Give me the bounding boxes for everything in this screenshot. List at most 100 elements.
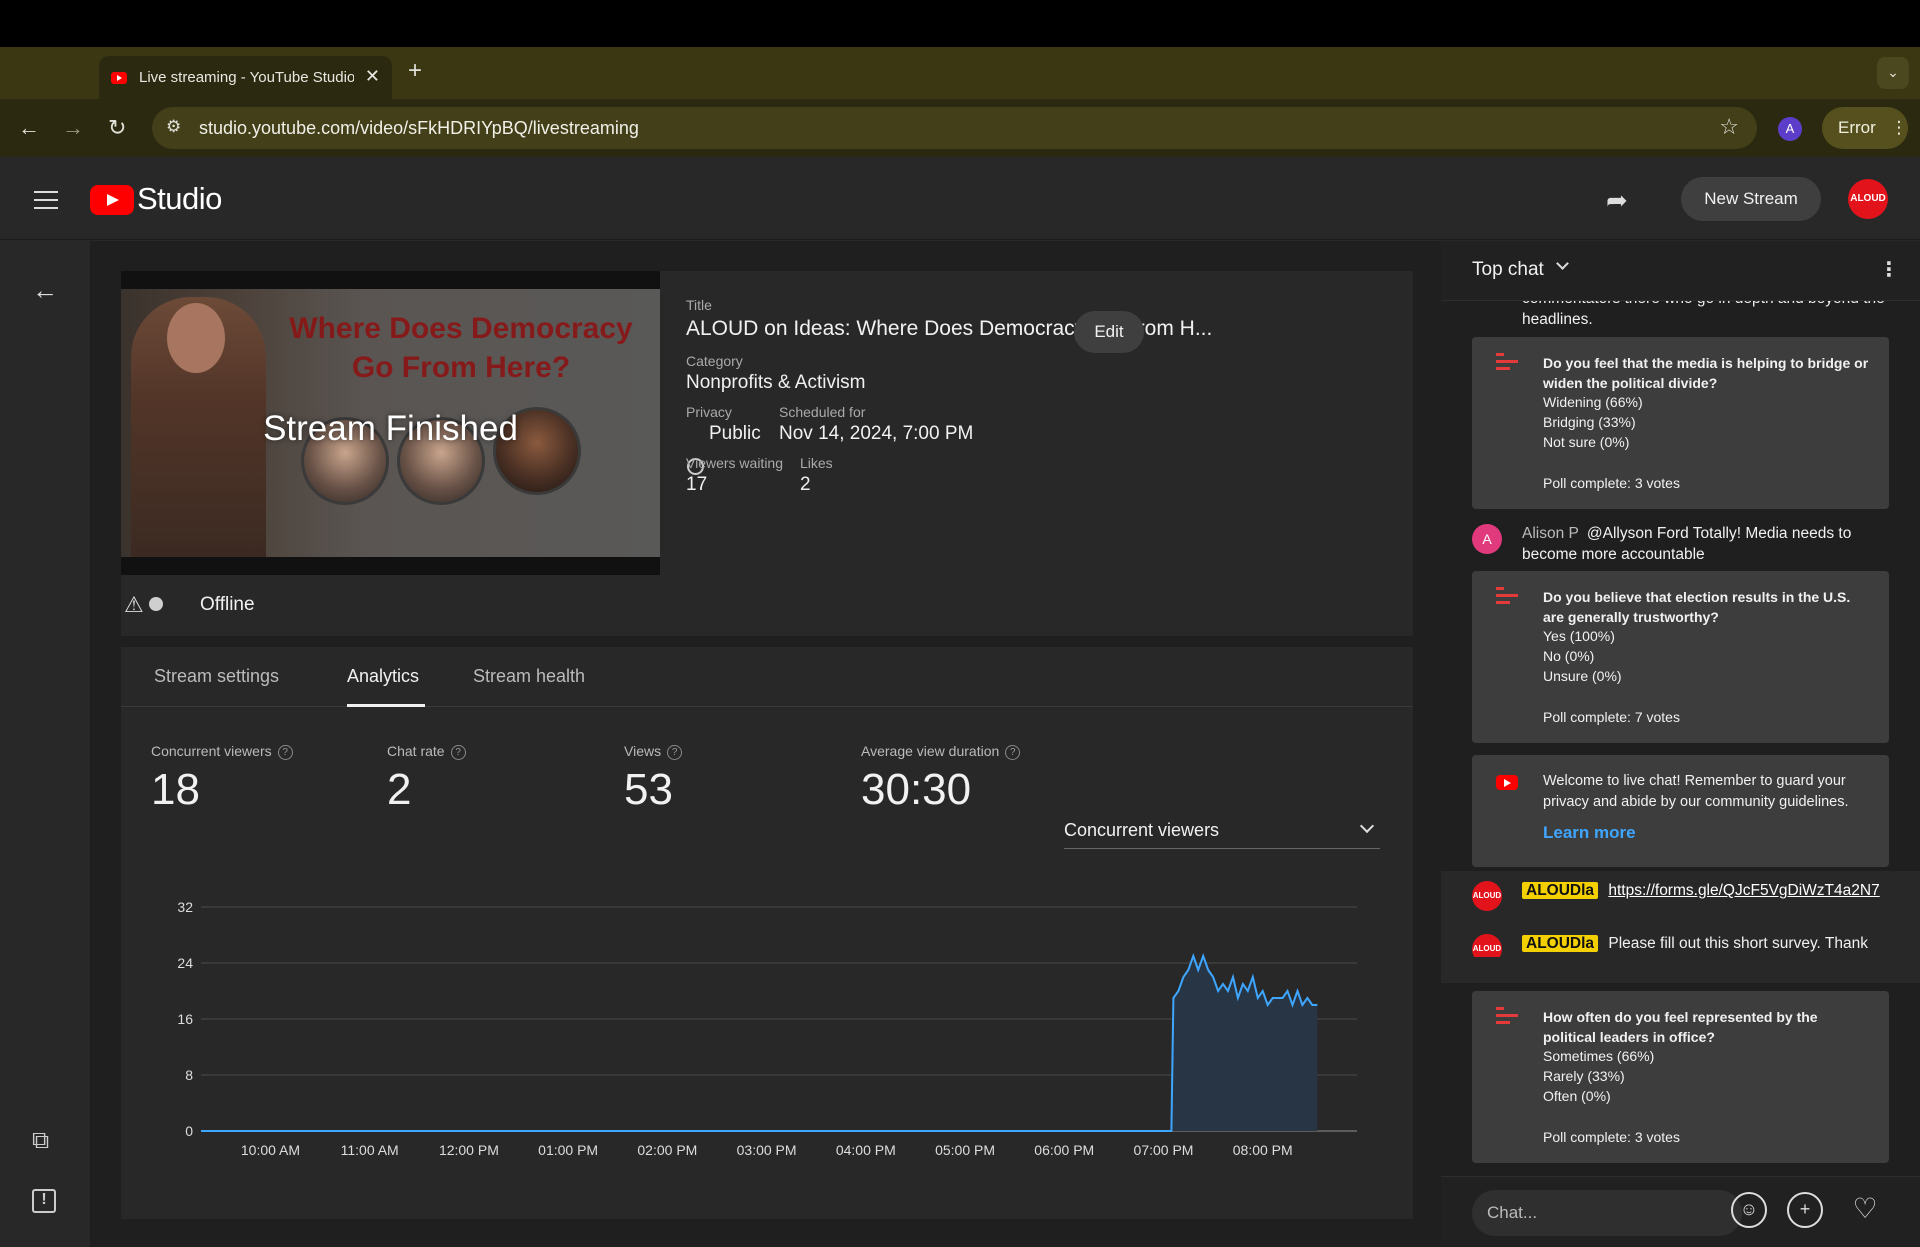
- youtube-logo-icon[interactable]: [90, 185, 134, 215]
- poll-option: Often (0%): [1543, 1088, 1611, 1104]
- help-icon[interactable]: ?: [1005, 744, 1021, 760]
- emoji-icon[interactable]: ☺: [1731, 1192, 1767, 1228]
- poll-card: Do you feel that the media is helping to…: [1472, 337, 1889, 509]
- chat-input-bar: ☺ + ♡: [1441, 1176, 1920, 1247]
- x-tick-label: 03:00 PM: [737, 1142, 797, 1158]
- main-content: Where Does Democracy Go From Here? Strea…: [91, 241, 1441, 1247]
- channel-avatar[interactable]: ALOUD: [1848, 179, 1888, 219]
- x-tick-label: 12:00 PM: [439, 1142, 499, 1158]
- help-icon[interactable]: ?: [667, 744, 683, 760]
- channel-owner-badge[interactable]: ALOUDla: [1522, 882, 1599, 899]
- close-tab-icon[interactable]: ✕: [365, 66, 380, 87]
- likes-label: Likes: [800, 455, 833, 471]
- url-text[interactable]: studio.youtube.com/video/sFkHDRIYpBQ/liv…: [199, 118, 639, 139]
- add-icon[interactable]: +: [1787, 1192, 1823, 1228]
- chat-message-list: commentators there who go in depth and b…: [1441, 301, 1920, 1211]
- poll-icon: [1496, 353, 1518, 371]
- x-tick-label: 08:00 PM: [1233, 1142, 1293, 1158]
- stream-category: Nonprofits & Activism: [686, 372, 866, 393]
- studio-app: Studio ➦ New Stream ALOUD ← ⧉ ! Where Do…: [0, 157, 1920, 1247]
- y-tick-label: 0: [185, 1123, 193, 1139]
- x-tick-label: 02:00 PM: [637, 1142, 697, 1158]
- help-icon[interactable]: ?: [277, 744, 293, 760]
- metric-dropdown[interactable]: Concurrent viewers: [1064, 813, 1380, 849]
- tab-analytics[interactable]: Analytics: [347, 666, 419, 687]
- reload-icon[interactable]: ↻: [108, 115, 126, 141]
- browser-tab-title: Live streaming - YouTube Studio: [139, 69, 354, 86]
- y-tick-label: 32: [177, 899, 193, 915]
- channel-owner-badge[interactable]: ALOUDla: [1522, 935, 1599, 952]
- avatar[interactable]: A: [1472, 524, 1502, 554]
- stream-privacy: Public: [709, 423, 761, 444]
- chart-area-fill: [201, 956, 1318, 1131]
- poll-card: How often do you feel represented by the…: [1472, 991, 1889, 1163]
- tab-search-chevron-icon[interactable]: ⌄: [1877, 57, 1909, 89]
- poll-option: Sometimes (66%): [1543, 1048, 1655, 1064]
- hamburger-menu-icon[interactable]: [34, 191, 58, 209]
- poll-question: Do you feel that the media is helping to…: [1543, 355, 1869, 391]
- poll-option: Rarely (33%): [1543, 1068, 1625, 1084]
- poll-option: No (0%): [1543, 648, 1595, 664]
- new-tab-button[interactable]: +: [408, 57, 422, 85]
- thumbnail-image: Where Does Democracy Go From Here? Strea…: [121, 289, 660, 557]
- poll-option: Yes (100%): [1543, 628, 1615, 644]
- help-icon[interactable]: ?: [450, 744, 466, 760]
- site-settings-icon[interactable]: ⚙: [166, 117, 181, 137]
- chat-input[interactable]: [1472, 1190, 1742, 1236]
- x-tick-label: 05:00 PM: [935, 1142, 995, 1158]
- y-tick-label: 8: [185, 1067, 193, 1083]
- chat-message-text: commentators there who go in depth and b…: [1522, 301, 1885, 328]
- concurrent-viewers-label: Concurrent viewers?: [151, 743, 293, 760]
- open-external-icon[interactable]: ⧉: [32, 1127, 49, 1155]
- stream-status-row: ⚠ Offline: [121, 575, 1413, 636]
- browser-menu-icon[interactable]: ⋮: [1891, 118, 1908, 137]
- chat-message: ALOUD ALOUDla https://forms.gle/QJcF5VgD…: [1441, 871, 1920, 973]
- back-arrow-icon[interactable]: ←: [18, 115, 40, 141]
- edit-button[interactable]: Edit: [1074, 311, 1144, 353]
- youtube-icon: [1496, 775, 1518, 790]
- poll-footer: Poll complete: 7 votes: [1543, 709, 1680, 725]
- x-tick-label: 11:00 AM: [341, 1142, 399, 1158]
- tab-stream-settings[interactable]: Stream settings: [154, 666, 279, 687]
- poll-icon: [1496, 1007, 1518, 1025]
- browser-error-button[interactable]: Error ⋮: [1822, 107, 1908, 149]
- chat-rate-label: Chat rate?: [387, 743, 466, 760]
- chevron-down-icon[interactable]: [1556, 257, 1569, 270]
- chat-mode-dropdown[interactable]: Top chat: [1472, 259, 1544, 281]
- viewers-waiting-value: 17: [686, 474, 708, 495]
- browser-tab[interactable]: Live streaming - YouTube Studio ✕: [99, 56, 392, 99]
- chat-message: A Alison P @Allyson Ford Totally! Media n…: [1441, 523, 1920, 571]
- tab-stream-health[interactable]: Stream health: [473, 666, 585, 687]
- chat-author[interactable]: Alison P: [1522, 525, 1579, 542]
- likes-value: 2: [800, 474, 811, 495]
- feedback-icon[interactable]: !: [32, 1189, 56, 1213]
- studio-logo-text[interactable]: Studio: [137, 181, 222, 217]
- bookmark-star-icon[interactable]: ☆: [1719, 114, 1739, 140]
- poll-option: Not sure (0%): [1543, 434, 1630, 450]
- x-tick-label: 10:00 AM: [241, 1142, 300, 1158]
- chat-welcome-notice: Welcome to live chat! Remember to guard …: [1472, 755, 1889, 867]
- chat-menu-icon[interactable]: ⋮: [1879, 257, 1899, 282]
- poll-footer: Poll complete: 3 votes: [1543, 1129, 1680, 1145]
- avatar[interactable]: ALOUD: [1472, 881, 1502, 911]
- heart-icon[interactable]: ♡: [1847, 1192, 1883, 1228]
- address-bar[interactable]: ⚙ studio.youtube.com/video/sFkHDRIYpBQ/l…: [152, 107, 1757, 149]
- browser-toolbar: ← → ↻ ⚙ studio.youtube.com/video/sFkHDRI…: [0, 99, 1920, 157]
- share-arrow-icon[interactable]: ➦: [1606, 185, 1628, 216]
- stream-info-card: Where Does Democracy Go From Here? Strea…: [121, 271, 1413, 636]
- browser-profile-avatar[interactable]: A: [1778, 117, 1802, 141]
- warning-icon: ⚠: [124, 592, 144, 617]
- title-label: Title: [686, 297, 712, 313]
- chevron-down-icon: [1359, 818, 1375, 834]
- views-value: 53: [624, 765, 673, 814]
- analytics-card: Stream settings Analytics Stream health …: [121, 647, 1413, 1219]
- error-label: Error: [1838, 118, 1876, 137]
- new-stream-button[interactable]: New Stream: [1681, 177, 1821, 221]
- live-chat-panel: Top chat ⋮ commentators there who go in …: [1441, 241, 1920, 1247]
- forward-arrow-icon[interactable]: →: [62, 115, 84, 141]
- learn-more-link[interactable]: Learn more: [1543, 823, 1636, 843]
- back-arrow-icon[interactable]: ←: [32, 275, 58, 306]
- metric-dropdown-value: Concurrent viewers: [1064, 820, 1220, 840]
- chat-link[interactable]: https://forms.gle/QJcF5VgDiWzT4a2N7: [1608, 882, 1879, 899]
- privacy-label: Privacy: [686, 404, 732, 420]
